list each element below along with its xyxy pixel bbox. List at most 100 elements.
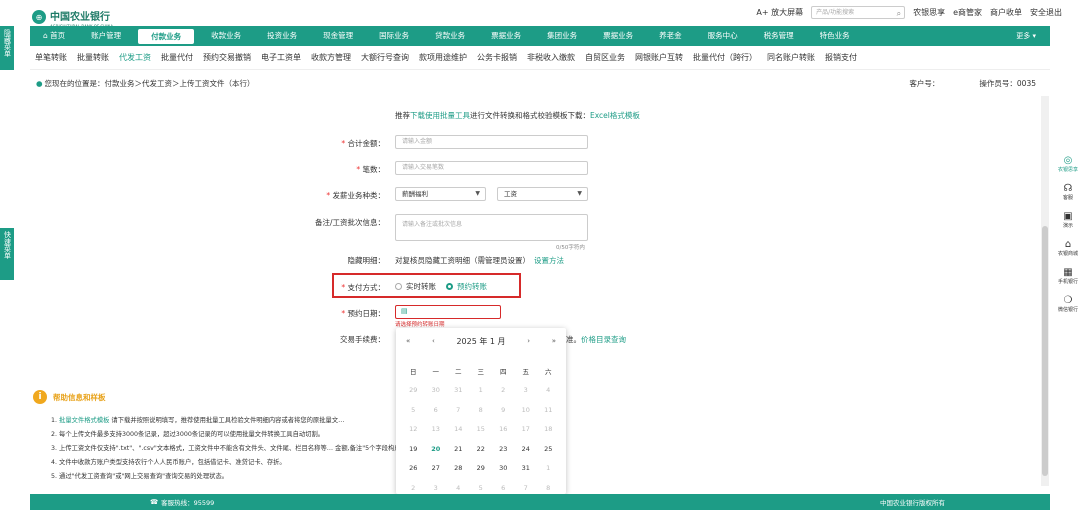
subnav-same-name[interactable]: 同名账户转账 xyxy=(762,52,820,63)
calendar-day[interactable]: 5 xyxy=(470,484,493,492)
nav-invest[interactable]: 投资业务 xyxy=(254,26,310,46)
zoom-button[interactable]: A+ 放大屏幕 xyxy=(756,7,803,18)
nav-tax[interactable]: 税务管理 xyxy=(751,26,807,46)
next-month-button[interactable]: › xyxy=(527,337,530,345)
calendar-day[interactable]: 1 xyxy=(537,464,560,472)
search-input[interactable]: 产品/功能搜索 ⌕ xyxy=(811,6,906,19)
subnav-payee-manage[interactable]: 收款方管理 xyxy=(306,52,356,63)
subnav-batch-pay[interactable]: 批量代付 xyxy=(156,52,198,63)
calendar-day[interactable]: 4 xyxy=(537,386,560,394)
subnav-reimburse[interactable]: 报销支付 xyxy=(820,52,862,63)
prev-month-button[interactable]: ‹ xyxy=(432,337,435,345)
prev-year-button[interactable]: « xyxy=(406,337,410,345)
calendar-day[interactable]: 15 xyxy=(470,425,493,433)
calendar-day[interactable]: 6 xyxy=(425,406,448,414)
calendar-day[interactable]: 3 xyxy=(425,484,448,492)
calendar-day[interactable]: 11 xyxy=(537,406,560,414)
link-e-shang[interactable]: e商管家 xyxy=(953,7,982,18)
tool-sixiang[interactable]: ◎ 农银思享 xyxy=(1056,155,1080,173)
subnav-interbank[interactable]: 网银账户互转 xyxy=(630,52,688,63)
calendar-day[interactable]: 28 xyxy=(447,464,470,472)
link-nongyin-sixiang[interactable]: 农银思享 xyxy=(913,7,945,18)
quick-menu-tab[interactable]: 快速菜单 xyxy=(0,228,14,280)
scrollbar[interactable] xyxy=(1041,96,1049,486)
nav-receive[interactable]: 收款业务 xyxy=(198,26,254,46)
calendar-day[interactable]: 22 xyxy=(470,445,493,453)
calendar-day[interactable]: 10 xyxy=(515,406,538,414)
nav-more[interactable]: 更多 ▾ xyxy=(1016,31,1036,41)
scheduled-label[interactable]: 预约转账 xyxy=(457,281,487,292)
excel-template-link[interactable]: Excel格式模板 xyxy=(590,111,640,120)
subnav-e-payslip[interactable]: 电子工资单 xyxy=(256,52,306,63)
calendar-day[interactable]: 9 xyxy=(492,406,515,414)
subnav-bank-code[interactable]: 大额行号查询 xyxy=(356,52,414,63)
calendar-day[interactable]: 2 xyxy=(492,386,515,394)
nav-special[interactable]: 特色业务 xyxy=(807,26,863,46)
calendar-day[interactable]: 25 xyxy=(537,445,560,453)
calendar-day[interactable]: 23 xyxy=(492,445,515,453)
calendar-day[interactable]: 7 xyxy=(515,484,538,492)
subnav-batch-crossbank[interactable]: 批量代付（跨行） xyxy=(688,52,762,63)
setup-method-link[interactable]: 设置方法 xyxy=(534,256,564,265)
nav-account[interactable]: 账户管理 xyxy=(78,26,134,46)
total-amount-input[interactable]: 请输入金额 xyxy=(395,135,588,149)
calendar-day[interactable]: 20 xyxy=(425,445,448,453)
schedule-date-input[interactable]: ▤ xyxy=(395,305,501,319)
link-merchant[interactable]: 商户收单 xyxy=(990,7,1022,18)
calendar-day[interactable]: 24 xyxy=(515,445,538,453)
scheduled-radio[interactable] xyxy=(446,283,453,290)
tool-service[interactable]: ☊ 客服 xyxy=(1056,183,1080,201)
calendar-day[interactable]: 8 xyxy=(470,406,493,414)
calendar-day[interactable]: 14 xyxy=(447,425,470,433)
nav-payment[interactable]: 付款业务 xyxy=(138,28,195,44)
tool-demo[interactable]: ▣ 演示 xyxy=(1056,211,1080,229)
calendar-day[interactable]: 17 xyxy=(515,425,538,433)
calendar-day[interactable]: 27 xyxy=(425,464,448,472)
subnav-cancel-scheduled[interactable]: 预约交易撤销 xyxy=(198,52,256,63)
count-input[interactable]: 请输入交易笔数 xyxy=(395,161,588,175)
nav-pension[interactable]: 养老金 xyxy=(646,26,695,46)
calendar-day[interactable]: 21 xyxy=(447,445,470,453)
calendar-day[interactable]: 1 xyxy=(470,386,493,394)
subnav-single-transfer[interactable]: 单笔转账 xyxy=(30,52,72,63)
salary-category-select[interactable]: 薪酬福利 ▼ xyxy=(395,187,486,201)
subnav-ftz[interactable]: 自贸区业务 xyxy=(580,52,630,63)
tool-wechat[interactable]: ❍ 微信银行 xyxy=(1056,295,1080,313)
realtime-radio[interactable] xyxy=(395,283,402,290)
batch-template-link[interactable]: 批量文件格式模板 xyxy=(59,417,109,424)
calendar-day[interactable]: 29 xyxy=(470,464,493,472)
nav-home[interactable]: ⌂ 首页 xyxy=(30,26,78,46)
salary-subtype-select[interactable]: 工资 ▼ xyxy=(497,187,588,201)
realtime-label[interactable]: 实时转账 xyxy=(406,281,436,292)
calendar-day[interactable]: 2 xyxy=(402,484,425,492)
calendar-day[interactable]: 4 xyxy=(447,484,470,492)
price-catalog-link[interactable]: 价格目录查询 xyxy=(581,335,626,344)
subnav-nontax[interactable]: 非税收入缴款 xyxy=(522,52,580,63)
note-textarea[interactable]: 请输入备注或批次信息 xyxy=(395,214,588,241)
calendar-day[interactable]: 12 xyxy=(402,425,425,433)
calendar-day[interactable]: 13 xyxy=(425,425,448,433)
calendar-day[interactable]: 5 xyxy=(402,406,425,414)
nav-loan[interactable]: 贷款业务 xyxy=(422,26,478,46)
calendar-day[interactable]: 6 xyxy=(492,484,515,492)
calendar-day[interactable]: 30 xyxy=(425,386,448,394)
calendar-day[interactable]: 29 xyxy=(402,386,425,394)
search-icon[interactable]: ⌕ xyxy=(897,8,901,19)
nav-bill2[interactable]: 票据业务 xyxy=(590,26,646,46)
batch-tool-link[interactable]: 下载使用批量工具 xyxy=(410,111,470,120)
nav-cash[interactable]: 现金管理 xyxy=(310,26,366,46)
calendar-day[interactable]: 31 xyxy=(515,464,538,472)
nav-service[interactable]: 服务中心 xyxy=(695,26,751,46)
hide-menu-tab[interactable]: 隐藏菜单 xyxy=(0,26,14,70)
nav-intl[interactable]: 国际业务 xyxy=(366,26,422,46)
calendar-day[interactable]: 18 xyxy=(537,425,560,433)
calendar-day[interactable]: 3 xyxy=(515,386,538,394)
calendar-day[interactable]: 7 xyxy=(447,406,470,414)
calendar-day[interactable]: 30 xyxy=(492,464,515,472)
subnav-payroll[interactable]: 代发工资 xyxy=(114,52,156,63)
calendar-day[interactable]: 26 xyxy=(402,464,425,472)
subnav-purpose[interactable]: 款项用途维护 xyxy=(414,52,472,63)
scrollbar-thumb[interactable] xyxy=(1042,226,1048,476)
logout-link[interactable]: 安全退出 xyxy=(1030,7,1062,18)
calendar-day[interactable]: 31 xyxy=(447,386,470,394)
